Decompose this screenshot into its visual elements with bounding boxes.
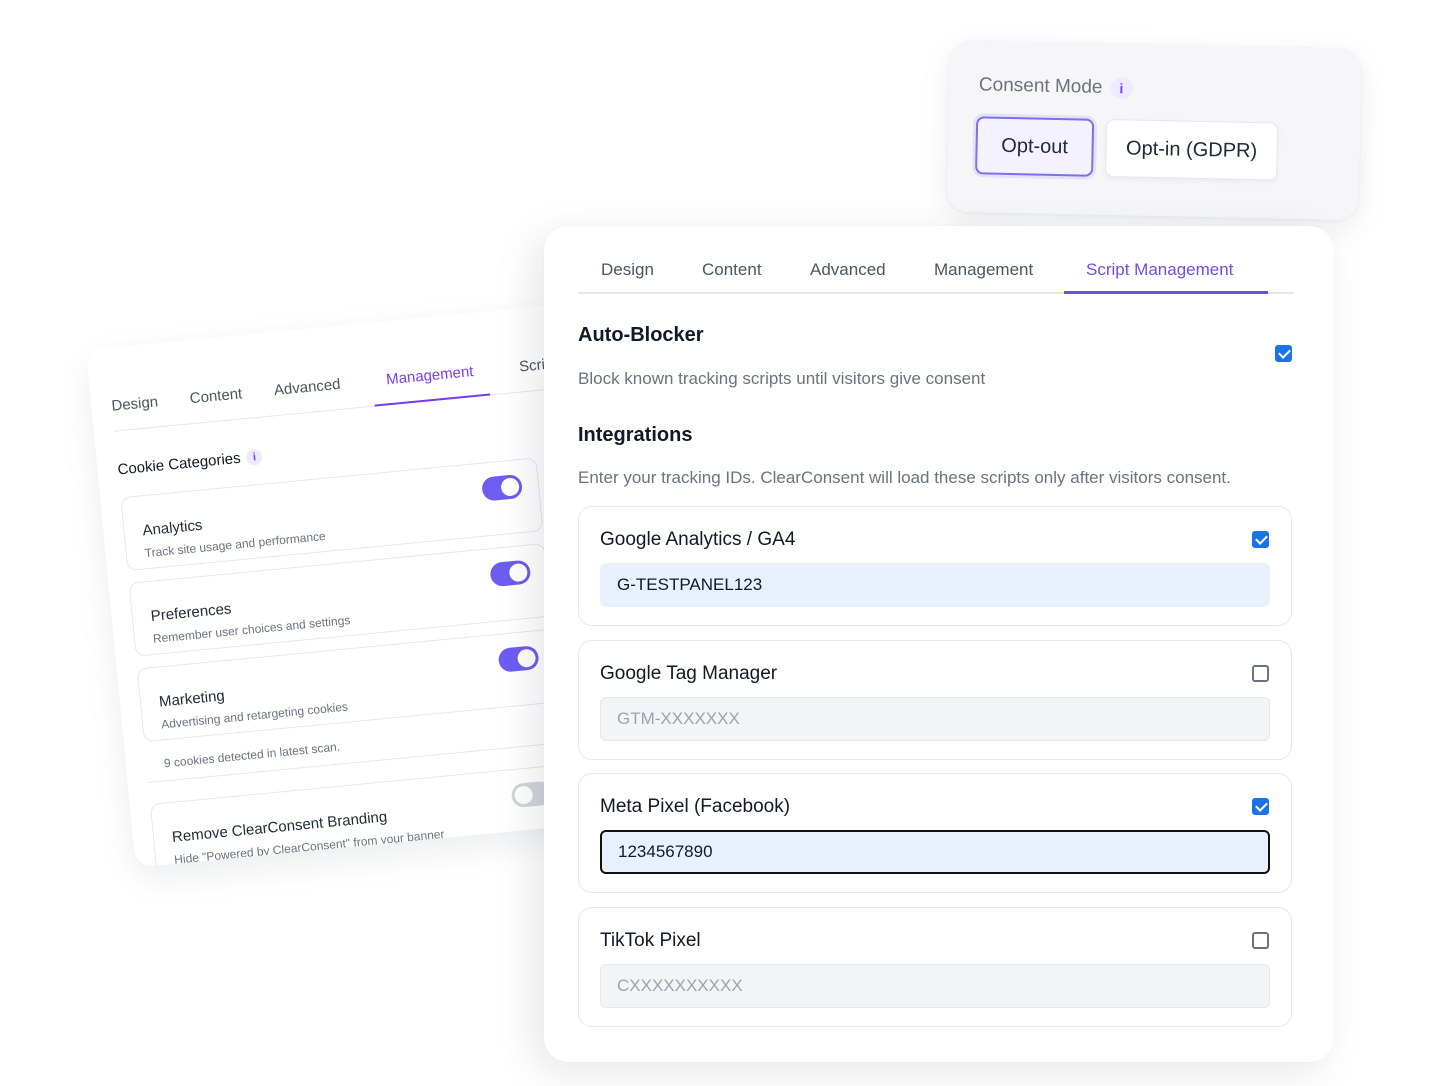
integration-gtm: Google Tag Manager: [578, 640, 1292, 760]
tab-content[interactable]: Content: [702, 260, 762, 280]
integration-title: Google Tag Manager: [600, 663, 778, 684]
integration-title: TikTok Pixel: [600, 930, 701, 951]
marketing-toggle[interactable]: [497, 645, 540, 673]
cookie-categories-label: Cookie Categories: [116, 449, 242, 479]
tiktok-checkbox[interactable]: [1252, 932, 1269, 949]
opt-out-button[interactable]: Opt-out: [975, 116, 1095, 177]
auto-blocker-checkbox[interactable]: [1275, 345, 1292, 362]
info-icon[interactable]: i: [245, 448, 264, 466]
gtm-id-input[interactable]: [600, 697, 1270, 741]
category-title: Marketing: [158, 687, 226, 711]
integration-tiktok-pixel: TikTok Pixel: [578, 907, 1292, 1027]
auto-blocker-title: Auto-Blocker: [578, 324, 704, 346]
tab-design[interactable]: Design: [601, 260, 654, 280]
category-title: Preferences: [150, 600, 233, 625]
preferences-toggle[interactable]: [489, 559, 532, 588]
integration-ga4: Google Analytics / GA4: [578, 506, 1292, 626]
consent-mode-card: Consent Mode i Opt-out Opt-in (GDPR): [946, 39, 1362, 221]
ga4-id-input[interactable]: [600, 563, 1270, 607]
tiktok-id-input[interactable]: [600, 964, 1270, 1008]
active-tab-indicator: [1064, 291, 1268, 294]
cookie-categories-title: Cookie Categories i: [116, 448, 264, 479]
integrations-title: Integrations: [578, 424, 693, 446]
gtm-checkbox[interactable]: [1252, 665, 1269, 682]
tab-script-management[interactable]: Script Management: [1086, 260, 1233, 280]
script-management-panel: Design Content Advanced Management Scrip…: [544, 226, 1334, 1062]
auto-blocker-desc: Block known tracking scripts until visit…: [578, 369, 986, 388]
front-panel-tabs: Design Content Advanced Management Scrip…: [578, 248, 1294, 294]
tab-management[interactable]: Management: [371, 361, 490, 407]
tab-design[interactable]: Design: [111, 393, 161, 430]
opt-in-gdpr-button[interactable]: Opt-in (GDPR): [1105, 118, 1279, 181]
remove-branding-row: Remove ClearConsent Branding Hide "Power…: [149, 763, 573, 868]
tab-advanced[interactable]: Advanced: [273, 376, 343, 415]
tab-management[interactable]: Management: [934, 260, 1033, 280]
meta-pixel-checkbox[interactable]: [1252, 798, 1269, 815]
back-panel-tabs: Design Content Advanced Management Scrip…: [110, 349, 612, 432]
integrations-desc: Enter your tracking IDs. ClearConsent wi…: [578, 468, 1231, 487]
analytics-toggle[interactable]: [481, 473, 524, 502]
tab-content[interactable]: Content: [189, 385, 244, 423]
integration-title: Google Analytics / GA4: [600, 529, 796, 550]
meta-pixel-id-input[interactable]: [600, 830, 1270, 874]
category-title: Analytics: [141, 516, 204, 540]
integration-meta-pixel: Meta Pixel (Facebook): [578, 773, 1292, 893]
consent-mode-label: Consent Mode: [978, 74, 1103, 98]
tab-advanced[interactable]: Advanced: [810, 260, 886, 280]
ga4-checkbox[interactable]: [1252, 531, 1269, 548]
consent-mode-title: Consent Mode i: [978, 74, 1133, 100]
info-icon[interactable]: i: [1110, 77, 1133, 100]
integration-title: Meta Pixel (Facebook): [600, 796, 791, 817]
